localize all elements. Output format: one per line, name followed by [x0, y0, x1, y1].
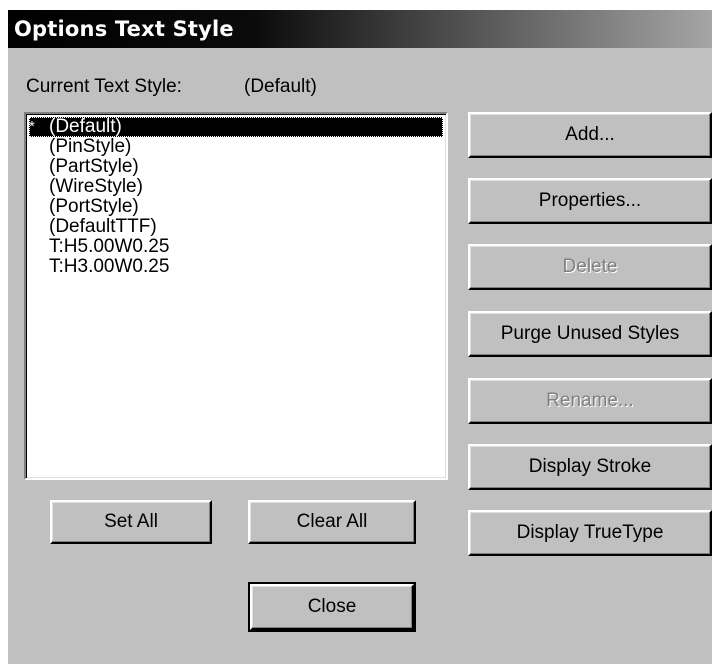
list-item-label: (PartStyle): [49, 156, 139, 177]
text-style-listbox[interactable]: * (Default) (PinStyle) (PartStyle) (WireS…: [24, 112, 448, 480]
list-item-label: T:H5.00W0.25: [49, 236, 170, 257]
delete-button[interactable]: Delete: [468, 244, 712, 290]
text-style-list: * (Default) (PinStyle) (PartStyle) (WireS…: [26, 114, 446, 277]
list-item-label: (PortStyle): [49, 196, 139, 217]
selected-marker: *: [29, 118, 35, 135]
list-item-label: (DefaultTTF): [49, 216, 157, 237]
current-style-label: Current Text Style:: [26, 76, 182, 97]
list-item-label: (WireStyle): [49, 176, 143, 197]
list-item-default[interactable]: * (Default): [29, 117, 443, 137]
set-all-button[interactable]: Set All: [50, 500, 212, 544]
display-truetype-button[interactable]: Display TrueType: [468, 510, 712, 556]
clear-all-button[interactable]: Clear All: [248, 500, 416, 544]
list-item-defaultttf[interactable]: (DefaultTTF): [29, 217, 446, 237]
list-item-portstyle[interactable]: (PortStyle): [29, 197, 446, 217]
list-item-label: (Default): [49, 116, 122, 137]
list-item-h3[interactable]: T:H3.00W0.25: [29, 257, 446, 277]
list-item-partstyle[interactable]: (PartStyle): [29, 157, 446, 177]
list-item-pinstyle[interactable]: (PinStyle): [29, 137, 446, 157]
list-item-wirestyle[interactable]: (WireStyle): [29, 177, 446, 197]
dialog-title: Options Text Style: [8, 10, 712, 48]
display-stroke-button[interactable]: Display Stroke: [468, 444, 712, 490]
list-item-label: (PinStyle): [49, 136, 132, 157]
close-button[interactable]: Close: [248, 582, 416, 632]
add-button[interactable]: Add...: [468, 112, 712, 158]
options-text-style-dialog: Options Text Style Current Text Style: (…: [8, 10, 712, 664]
list-item-label: T:H3.00W0.25: [49, 256, 170, 277]
list-item-h5[interactable]: T:H5.00W0.25: [29, 237, 446, 257]
purge-unused-styles-button[interactable]: Purge Unused Styles: [468, 311, 712, 357]
properties-button[interactable]: Properties...: [468, 178, 712, 224]
rename-button[interactable]: Rename...: [468, 378, 712, 424]
current-style-value: (Default): [244, 76, 317, 97]
